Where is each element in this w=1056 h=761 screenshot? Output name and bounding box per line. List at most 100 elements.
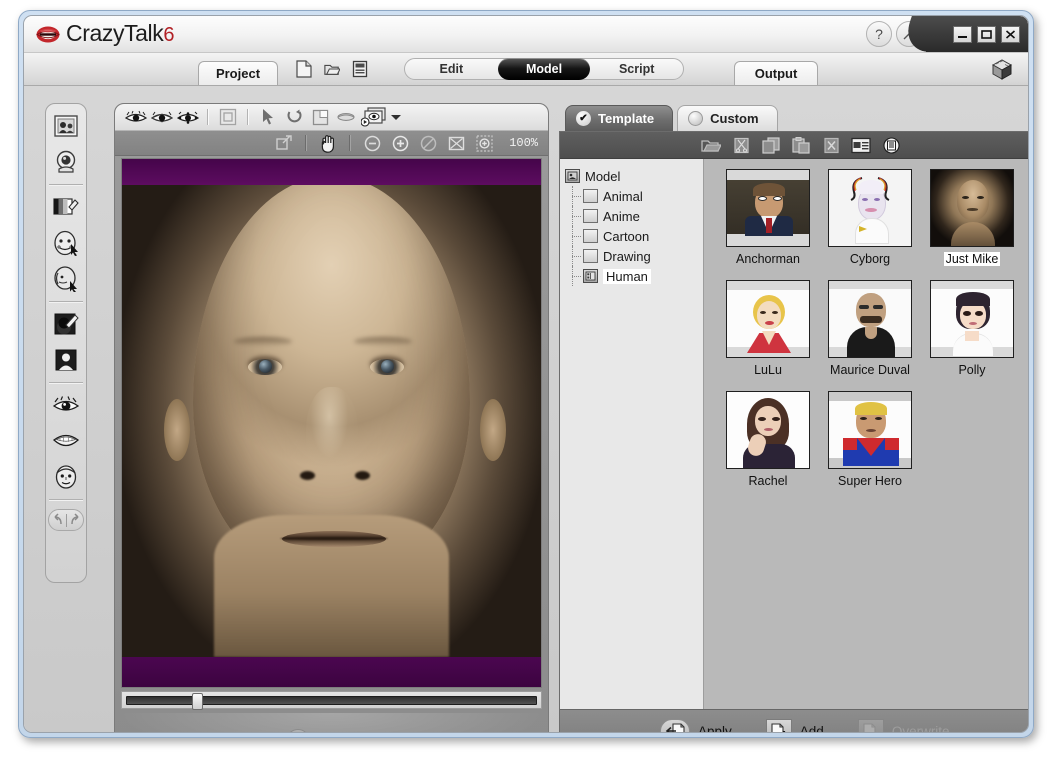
select-arrow-icon[interactable] bbox=[255, 106, 281, 128]
eye-points-icon[interactable] bbox=[175, 106, 201, 128]
thumbnail-anchorman[interactable] bbox=[726, 169, 810, 247]
photo-import-icon[interactable] bbox=[50, 109, 82, 143]
image-adjust-icon[interactable] bbox=[50, 190, 82, 224]
open-folder-icon[interactable] bbox=[324, 60, 340, 78]
stop-button[interactable]: ■ bbox=[251, 731, 272, 732]
redo-icon[interactable] bbox=[68, 513, 83, 527]
toolbar-divider bbox=[349, 135, 352, 151]
undo-icon[interactable] bbox=[50, 513, 65, 527]
nostril-left bbox=[300, 471, 315, 480]
timeline-track[interactable] bbox=[121, 691, 542, 710]
thumbnail-cyborg[interactable] bbox=[828, 169, 912, 247]
tree-item-animal[interactable]: Animal bbox=[565, 186, 703, 206]
list-item[interactable]: Anchorman bbox=[722, 169, 814, 266]
crop-icon[interactable] bbox=[307, 106, 333, 128]
profile-fitting-icon[interactable] bbox=[50, 262, 82, 296]
tree-item-label: Cartoon bbox=[603, 228, 650, 244]
face-puppet-icon[interactable] bbox=[50, 460, 82, 494]
preview-play-icon[interactable] bbox=[359, 106, 389, 128]
tree-item-drawing[interactable]: Drawing bbox=[565, 246, 703, 266]
close-button[interactable] bbox=[1001, 25, 1020, 43]
eye-wire-icon[interactable] bbox=[149, 106, 175, 128]
tab-template[interactable]: ✔ Template bbox=[565, 105, 674, 131]
item-label: LuLu bbox=[754, 363, 782, 377]
tab-script[interactable]: Script bbox=[590, 59, 683, 79]
play-button[interactable]: ▶ bbox=[200, 731, 220, 732]
pupil-right bbox=[381, 360, 394, 373]
timeline-bar[interactable] bbox=[126, 692, 537, 710]
tree-root-model[interactable]: Model bbox=[565, 166, 703, 186]
list-item[interactable]: Just Mike bbox=[926, 169, 1018, 266]
paste-icon[interactable] bbox=[791, 135, 811, 155]
maximize-button[interactable] bbox=[977, 25, 996, 43]
no-zoom-icon[interactable] bbox=[415, 132, 441, 154]
chevron-down-icon[interactable] bbox=[389, 106, 403, 128]
list-item[interactable]: Cyborg bbox=[824, 169, 916, 266]
rotate-icon[interactable] bbox=[281, 106, 307, 128]
help-button[interactable]: ? bbox=[866, 21, 892, 47]
tree-item-cartoon[interactable]: Cartoon bbox=[565, 226, 703, 246]
save-icon[interactable] bbox=[352, 60, 368, 78]
timeline-thumb[interactable] bbox=[192, 692, 204, 710]
stage-background-bottom bbox=[122, 657, 541, 687]
face-fitting-icon[interactable] bbox=[50, 226, 82, 260]
morph-icon[interactable] bbox=[333, 106, 359, 128]
tab-output[interactable]: Output bbox=[734, 61, 818, 85]
3d-cube-icon[interactable] bbox=[990, 57, 1014, 81]
delete-icon[interactable] bbox=[821, 135, 841, 155]
zoom-level-label: 100% bbox=[509, 136, 538, 150]
toolbar-divider bbox=[207, 109, 209, 125]
pan-hand-icon[interactable] bbox=[315, 132, 341, 154]
toolbar-divider bbox=[247, 109, 249, 125]
zoom-in-icon[interactable] bbox=[387, 132, 413, 154]
app-title: CrazyTalk6 bbox=[66, 20, 174, 47]
eye-normal-icon[interactable] bbox=[123, 106, 149, 128]
tab-project[interactable]: Project bbox=[198, 61, 278, 85]
minimize-button[interactable] bbox=[953, 25, 972, 43]
loop-record-button[interactable] bbox=[285, 729, 310, 732]
webcam-capture-icon[interactable] bbox=[50, 145, 82, 179]
frame-icon[interactable] bbox=[215, 106, 241, 128]
cut-icon[interactable] bbox=[731, 135, 751, 155]
tab-template-label: Template bbox=[598, 111, 655, 126]
tab-edit[interactable]: Edit bbox=[405, 59, 498, 79]
list-item[interactable]: Super Hero bbox=[824, 391, 916, 488]
list-view-icon[interactable] bbox=[881, 135, 901, 155]
tab-model[interactable]: Model bbox=[497, 58, 591, 80]
fit-window-icon[interactable] bbox=[271, 132, 297, 154]
open-folder-icon[interactable] bbox=[701, 135, 721, 155]
list-item[interactable]: LuLu bbox=[722, 280, 814, 377]
mask-paint-icon[interactable] bbox=[50, 307, 82, 341]
new-file-icon[interactable] bbox=[296, 60, 312, 78]
list-item[interactable]: Maurice Duval bbox=[824, 280, 916, 377]
eyebrow-left bbox=[234, 337, 292, 346]
list-item[interactable]: Polly bbox=[926, 280, 1018, 377]
thumbnail-rachel[interactable] bbox=[726, 391, 810, 469]
thumbnail-just-mike[interactable] bbox=[930, 169, 1014, 247]
thumbnail-lulu[interactable] bbox=[726, 280, 810, 358]
thumbnail-view-icon[interactable] bbox=[851, 135, 871, 155]
tab-custom[interactable]: Custom bbox=[677, 105, 778, 131]
list-item[interactable]: Rachel bbox=[722, 391, 814, 488]
thumbnail-super-hero[interactable] bbox=[828, 391, 912, 469]
preview-stage[interactable] bbox=[121, 158, 542, 688]
tree-item-anime[interactable]: Anime bbox=[565, 206, 703, 226]
toolbar-divider bbox=[305, 135, 308, 151]
thumbnail-maurice-duval[interactable] bbox=[828, 280, 912, 358]
window-inner: CrazyTalk6 ? Project Edit Model Script O… bbox=[23, 15, 1029, 733]
overwrite-button[interactable]: Overwrite bbox=[857, 719, 950, 732]
silhouette-icon[interactable] bbox=[50, 343, 82, 377]
fit-all-icon[interactable] bbox=[443, 132, 469, 154]
zoom-selection-icon[interactable] bbox=[471, 132, 497, 154]
pause-button[interactable]: ❚❚ bbox=[225, 731, 246, 732]
thumbnail-polly[interactable] bbox=[930, 280, 1014, 358]
apply-button[interactable]: Apply bbox=[660, 719, 732, 732]
tree-item-human[interactable]: Human bbox=[565, 266, 703, 286]
mouth-editor-icon[interactable] bbox=[50, 424, 82, 458]
add-button[interactable]: Add bbox=[765, 719, 824, 732]
eye-editor-icon[interactable] bbox=[50, 388, 82, 422]
eyebrow-right bbox=[354, 337, 412, 346]
zoom-out-icon[interactable] bbox=[359, 132, 385, 154]
copy-icon[interactable] bbox=[761, 135, 781, 155]
preview-toolbar-bottom: 100% bbox=[115, 131, 548, 156]
